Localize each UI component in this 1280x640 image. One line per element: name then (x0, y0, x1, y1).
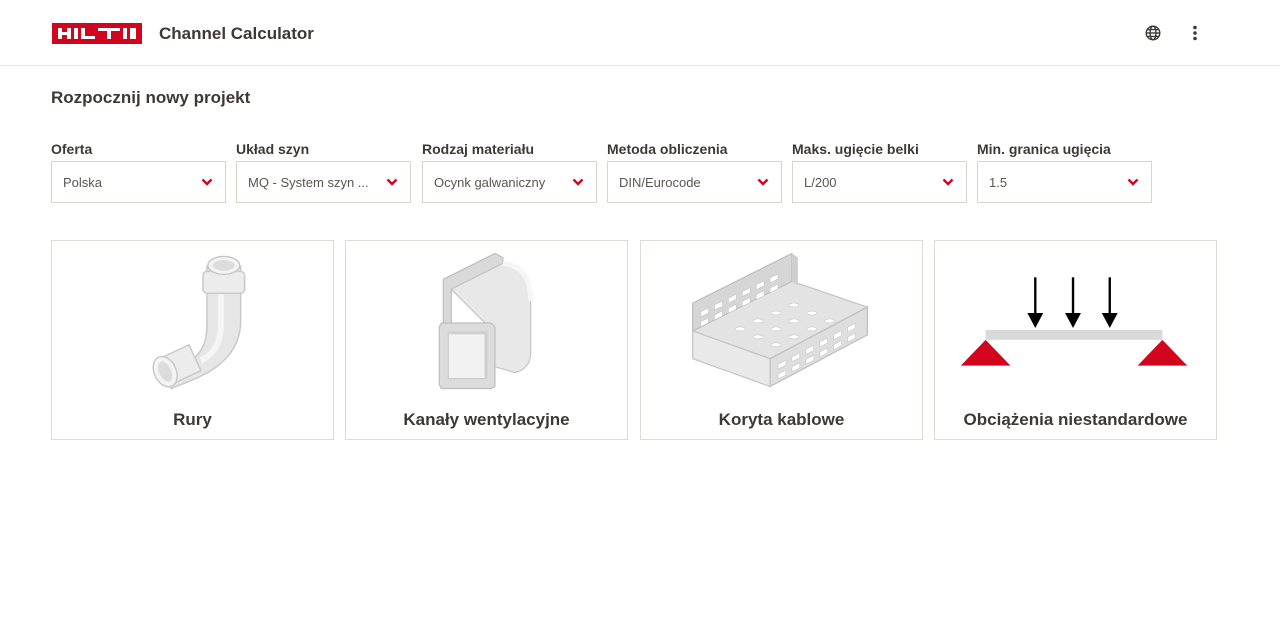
card-ventilation-ducts-label: Kanały wentylacyjne (403, 410, 570, 429)
max-deflection-value: L/200 (804, 175, 837, 190)
calc-method-label: Metoda obliczenia (607, 141, 728, 157)
custom-load-icon (960, 277, 1188, 366)
rail-system-value: MQ - System szyn ... (248, 175, 369, 190)
app-header: Channel Calculator (0, 0, 1280, 66)
card-pipes[interactable]: Rury (51, 240, 334, 440)
max-deflection-field: Maks. ugięcie belki L/200 (792, 141, 967, 203)
hilti-logo[interactable] (52, 23, 142, 44)
material-select[interactable]: Ocynk galwaniczny (422, 161, 597, 203)
ventilation-duct-icon (438, 252, 534, 390)
chevron-down-icon (1127, 178, 1139, 186)
page-title: Rozpocznij nowy projekt (51, 88, 251, 107)
more-vertical-icon (1193, 25, 1197, 41)
chevron-down-icon (386, 178, 398, 186)
calc-method-select[interactable]: DIN/Eurocode (607, 161, 782, 203)
calc-method-value: DIN/Eurocode (619, 175, 701, 190)
rail-system-field: Układ szyn MQ - System szyn ... (236, 141, 411, 203)
more-menu-button[interactable] (1183, 21, 1207, 45)
max-deflection-select[interactable]: L/200 (792, 161, 967, 203)
cable-tray-icon (691, 252, 869, 388)
card-custom-loads[interactable]: Obciążenia niestandardowe (934, 240, 1217, 440)
chevron-down-icon (757, 178, 769, 186)
chevron-down-icon (572, 178, 584, 186)
card-cable-trays[interactable]: Koryta kablowe (640, 240, 923, 440)
material-value: Ocynk galwaniczny (434, 175, 546, 190)
card-pipes-label: Rury (173, 410, 212, 429)
offer-select[interactable]: Polska (51, 161, 226, 203)
card-ventilation-ducts[interactable]: Kanały wentylacyjne (345, 240, 628, 440)
app-title: Channel Calculator (159, 24, 314, 43)
rail-system-select[interactable]: MQ - System szyn ... (236, 161, 411, 203)
calc-method-field: Metoda obliczenia DIN/Eurocode (607, 141, 782, 203)
offer-label: Oferta (51, 141, 93, 157)
material-field: Rodzaj materiału Ocynk galwaniczny (422, 141, 597, 203)
pipe-elbow-icon (152, 255, 246, 390)
offer-value: Polska (63, 175, 103, 190)
min-deflection-limit-field: Min. granica ugięcia 1.5 (977, 141, 1152, 203)
max-deflection-label: Maks. ugięcie belki (792, 141, 919, 157)
offer-field: Oferta Polska (51, 141, 226, 203)
min-deflection-limit-value: 1.5 (989, 175, 1008, 190)
chevron-down-icon (201, 178, 213, 186)
globe-icon (1145, 25, 1161, 41)
card-cable-trays-label: Koryta kablowe (718, 410, 845, 429)
language-button[interactable] (1141, 21, 1165, 45)
material-label: Rodzaj materiału (422, 141, 535, 157)
card-custom-loads-label: Obciążenia niestandardowe (963, 410, 1188, 429)
rail-system-label: Układ szyn (236, 141, 310, 157)
min-deflection-limit-label: Min. granica ugięcia (977, 141, 1111, 157)
min-deflection-limit-select[interactable]: 1.5 (977, 161, 1152, 203)
chevron-down-icon (942, 178, 954, 186)
